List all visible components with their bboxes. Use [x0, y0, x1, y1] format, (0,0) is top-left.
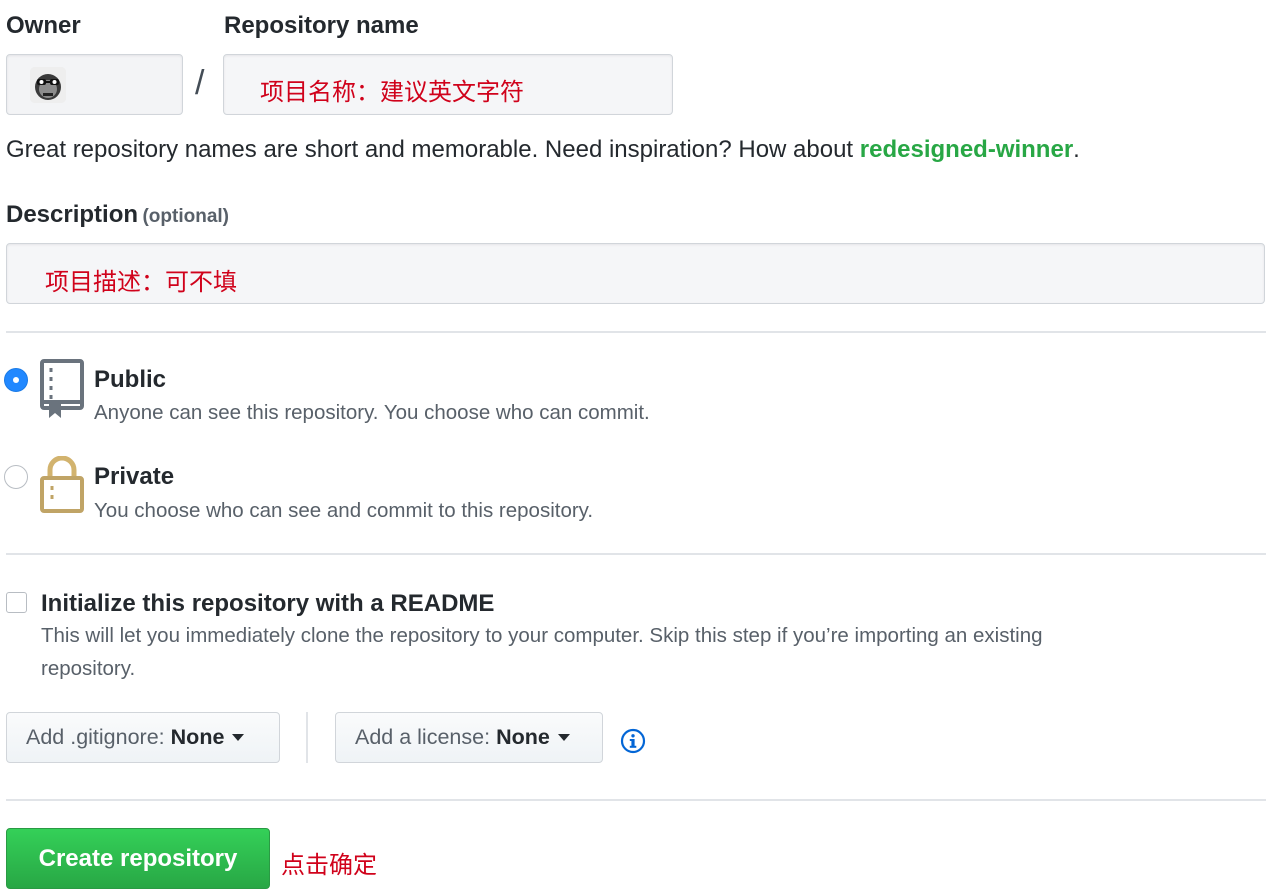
gitignore-value: None	[170, 725, 225, 749]
divider	[6, 553, 1266, 555]
description-annotation: 项目描述：可不填	[45, 268, 237, 296]
readme-desc-line2: repository.	[41, 657, 136, 680]
owner-select[interactable]	[6, 54, 183, 115]
suggestion-link[interactable]: redesigned-winner	[860, 136, 1073, 163]
info-icon[interactable]	[620, 728, 646, 759]
public-title: Public	[94, 366, 167, 393]
public-desc: Anyone can see this repository. You choo…	[94, 401, 650, 424]
caret-down-icon	[557, 734, 570, 741]
readme-checkbox[interactable]	[6, 592, 27, 613]
private-title: Private	[94, 463, 175, 490]
license-prefix: Add a license:	[355, 725, 491, 749]
select-divider	[306, 712, 308, 763]
repo-name-label: Repository name	[224, 12, 419, 39]
public-radio[interactable]	[4, 368, 28, 392]
owner-repo-separator: /	[195, 64, 205, 102]
divider	[6, 799, 1266, 801]
owner-label: Owner	[6, 12, 81, 39]
avatar	[30, 67, 66, 103]
create-repository-button[interactable]: Create repository	[6, 828, 270, 889]
private-desc: You choose who can see and commit to thi…	[94, 499, 594, 522]
hint-period: .	[1073, 136, 1080, 163]
submit-annotation: 点击确定	[281, 851, 377, 879]
lock-icon	[39, 455, 87, 519]
readme-desc-line1: This will let you immediately clone the …	[41, 624, 1043, 647]
gitignore-prefix: Add .gitignore:	[26, 725, 165, 749]
license-value: None	[496, 725, 550, 749]
private-radio[interactable]	[4, 465, 28, 489]
readme-title: Initialize this repository with a README	[41, 590, 495, 617]
repo-name-input[interactable]: 项目名称：建议英文字符	[223, 54, 673, 115]
repo-name-hint: Great repository names are short and mem…	[6, 136, 1080, 164]
divider	[6, 331, 1266, 333]
caret-down-icon	[232, 734, 245, 741]
description-label-row: Description (optional)	[6, 201, 229, 229]
description-label: Description	[6, 201, 139, 228]
optional-label: (optional)	[142, 206, 230, 227]
repo-icon	[39, 358, 87, 425]
description-input[interactable]: 项目描述：可不填	[6, 243, 1265, 304]
gitignore-select[interactable]: Add .gitignore: None	[6, 712, 280, 763]
repo-name-annotation: 项目名称：建议英文字符	[260, 78, 524, 106]
hint-text: Great repository names are short and mem…	[6, 136, 860, 163]
license-select[interactable]: Add a license: None	[335, 712, 603, 763]
